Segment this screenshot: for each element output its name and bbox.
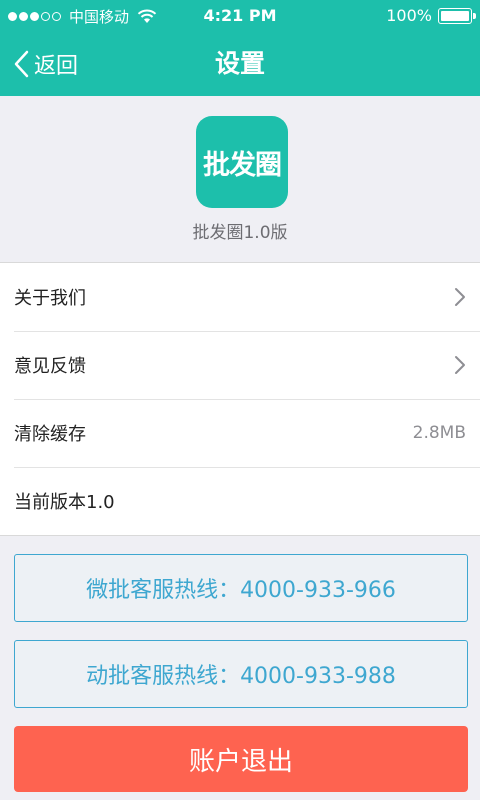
cache-size-value: 2.8MB xyxy=(412,423,466,443)
nav-bar: 返回 设置 xyxy=(0,32,480,96)
app-logo: 批发圈 xyxy=(196,116,288,208)
weipi-hotline-button[interactable]: 微批客服热线：4000-933-966 xyxy=(14,554,468,622)
feedback-label: 意见反馈 xyxy=(14,356,86,377)
status-right: 100% xyxy=(386,6,476,25)
settings-row-feedback[interactable]: 意见反馈 xyxy=(0,331,480,399)
settings-list: 关于我们 意见反馈 清除缓存 2.8MB 当前版本1.0 xyxy=(0,262,480,536)
settings-row-clear-cache[interactable]: 清除缓存 2.8MB xyxy=(0,399,480,467)
battery-percent: 100% xyxy=(386,6,432,25)
clear-cache-label: 清除缓存 xyxy=(14,424,86,445)
back-button[interactable]: 返回 xyxy=(12,32,78,96)
app-header: 批发圈 批发圈1.0版 xyxy=(0,96,480,262)
current-version-label: 当前版本1.0 xyxy=(14,492,115,513)
status-bar: 中国移动 4:21 PM 100% xyxy=(0,0,480,32)
chevron-right-icon xyxy=(455,356,465,374)
chevron-right-icon xyxy=(455,288,465,306)
back-label: 返回 xyxy=(34,54,79,79)
battery-icon xyxy=(438,7,476,24)
settings-row-about[interactable]: 关于我们 xyxy=(0,263,480,331)
settings-row-version: 当前版本1.0 xyxy=(0,467,480,535)
logout-button[interactable]: 账户退出 xyxy=(14,726,468,792)
app-version-label: 批发圈1.0版 xyxy=(192,223,288,243)
about-label: 关于我们 xyxy=(14,288,86,309)
chevron-left-icon xyxy=(14,50,29,78)
dongpi-hotline-button[interactable]: 动批客服热线：4000-933-988 xyxy=(14,640,468,708)
